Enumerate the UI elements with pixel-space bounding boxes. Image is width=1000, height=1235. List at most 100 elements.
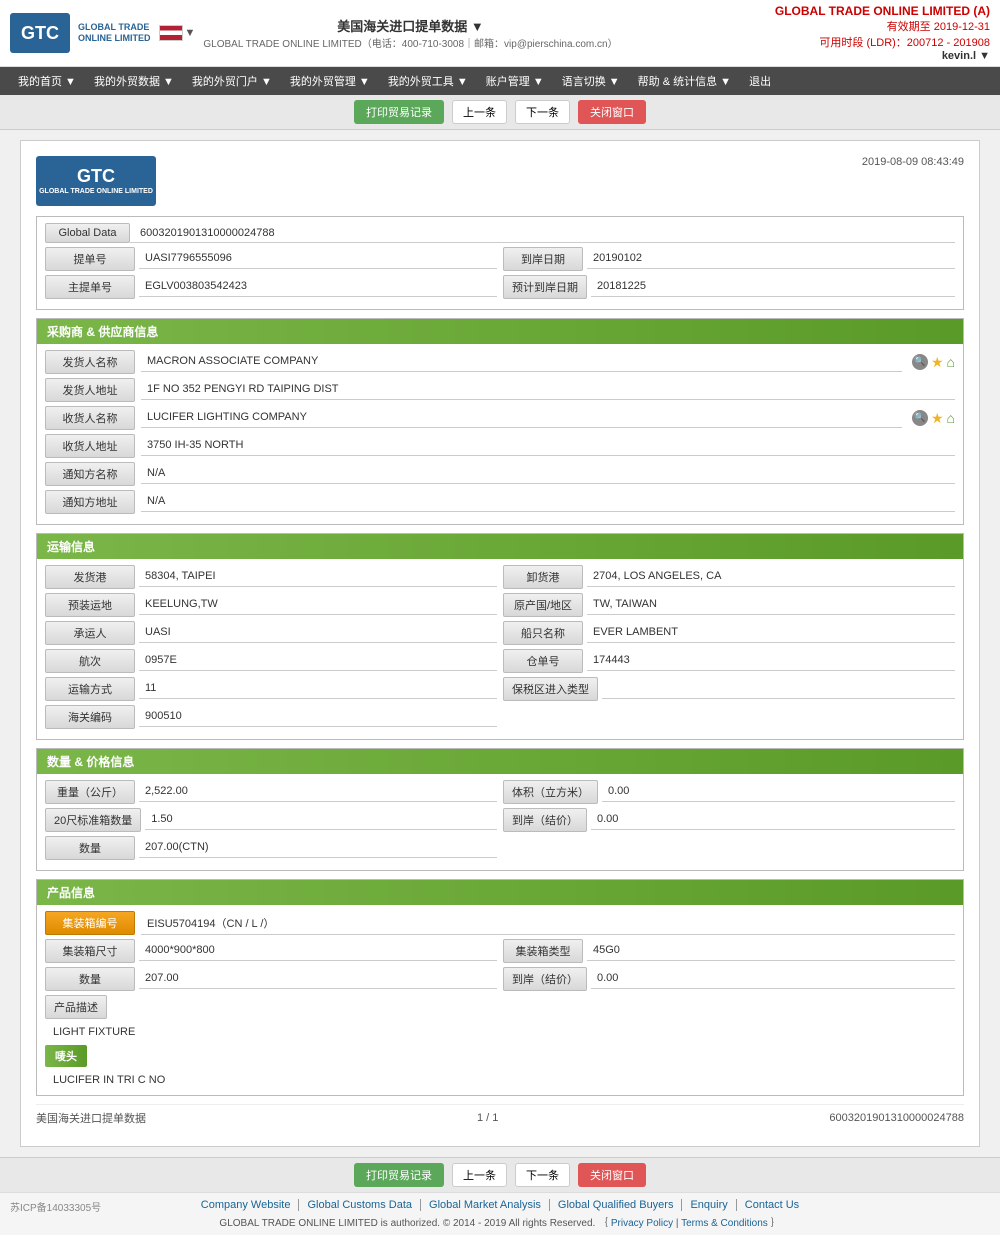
- close-button-top[interactable]: 关闭窗口: [578, 100, 646, 124]
- transport-mode-field: 运输方式 11: [45, 677, 497, 701]
- warehouse-label: 仓单号: [503, 649, 583, 673]
- nav-logout[interactable]: 退出: [741, 67, 779, 95]
- container-size-value: 4000*900*800: [139, 941, 497, 961]
- consignee-star-icon[interactable]: ★: [931, 410, 944, 427]
- container-size-field: 集装箱尺寸 4000*900*800: [45, 939, 497, 963]
- prev-button-bottom[interactable]: 上一条: [452, 1163, 507, 1187]
- flag-arrow[interactable]: ▼: [185, 27, 196, 39]
- footer-link-market[interactable]: Global Market Analysis: [421, 1199, 550, 1211]
- print-button-top[interactable]: 打印贸易记录: [354, 100, 444, 124]
- transport-header: 运输信息: [37, 534, 963, 559]
- shipper-addr-label: 发货人地址: [45, 378, 135, 402]
- company-name: GLOBAL TRADE ONLINE LIMITED（电话：400-710-3…: [203, 39, 617, 50]
- product-desc-section: 产品描述 LIGHT FIXTURE: [45, 995, 955, 1041]
- valid-until: 有效期至 2019-12-31: [775, 18, 990, 34]
- dest-port-label: 卸货港: [503, 565, 583, 589]
- consignee-home-icon[interactable]: ⌂: [947, 410, 955, 427]
- loading-value: KEELUNG,TW: [139, 595, 497, 615]
- customs-row: 海关编码 900510: [45, 705, 955, 729]
- footer-terms[interactable]: Terms & Conditions: [681, 1218, 768, 1229]
- nav-help[interactable]: 帮助 & 统计信息 ▼: [630, 67, 739, 95]
- record-id: 6003201901310000024788: [829, 1112, 964, 1124]
- qty-row: 数量 207.00(CTN): [45, 836, 955, 860]
- unit-price-label: 到岸（结价）: [503, 808, 587, 832]
- bonded-field: 保税区进入类型: [503, 677, 955, 701]
- container-size-row: 集装箱尺寸 4000*900*800 集装箱类型 45G0: [45, 939, 955, 963]
- global-data-label: Global Data: [45, 223, 130, 243]
- nav-bar: 我的首页 ▼ 我的外贸数据 ▼ 我的外贸门户 ▼ 我的外贸管理 ▼ 我的外贸工具…: [0, 67, 1000, 95]
- footer-link-contact[interactable]: Contact Us: [737, 1199, 807, 1211]
- nav-trade-mgmt[interactable]: 我的外贸管理 ▼: [282, 67, 378, 95]
- shipper-search-icon[interactable]: 🔍: [912, 354, 928, 370]
- origin-port-value: 58304, TAIPEI: [139, 567, 497, 587]
- weight-value: 2,522.00: [139, 782, 497, 802]
- weight-field: 重量（公斤） 2,522.00: [45, 780, 497, 804]
- footer-privacy[interactable]: Privacy Policy: [611, 1218, 673, 1229]
- nav-trade-tools[interactable]: 我的外贸工具 ▼: [380, 67, 476, 95]
- product-qty-row: 数量 207.00 到岸（结价） 0.00: [45, 967, 955, 991]
- est-arrival-label: 预计到岸日期: [503, 275, 587, 299]
- bottom-toolbar: 打印贸易记录 上一条 下一条 关闭窗口: [0, 1157, 1000, 1192]
- print-button-bottom[interactable]: 打印贸易记录: [354, 1163, 444, 1187]
- origin-port-label: 发货港: [45, 565, 135, 589]
- volume-label: 体积（立方米）: [503, 780, 598, 804]
- footer-link-buyers[interactable]: Global Qualified Buyers: [550, 1199, 683, 1211]
- nav-trade-portal[interactable]: 我的外贸门户 ▼: [184, 67, 280, 95]
- logo-subtitle: GLOBAL TRADEONLINE LIMITED: [78, 22, 151, 44]
- consignee-name-row: 收货人名称 LUCIFER LIGHTING COMPANY 🔍 ★ ⌂: [45, 406, 955, 430]
- loading-row: 预装运地 KEELUNG,TW 原产国/地区 TW, TAIWAN: [45, 593, 955, 617]
- master-bill-value: EGLV003803542423: [139, 277, 497, 297]
- shipper-star-icon[interactable]: ★: [931, 354, 944, 371]
- product-header: 产品信息: [37, 880, 963, 905]
- volume-value: 0.00: [602, 782, 955, 802]
- footer-link-enquiry[interactable]: Enquiry: [682, 1199, 736, 1211]
- source-label: 美国海关进口提单数据: [36, 1110, 146, 1126]
- us-flag: [159, 25, 183, 41]
- supplier-header: 采购商 & 供应商信息: [37, 319, 963, 344]
- country-value: TW, TAIWAN: [587, 595, 955, 615]
- consignee-name-value: LUCIFER LIGHTING COMPANY: [141, 408, 902, 428]
- top-toolbar: 打印贸易记录 上一条 下一条 关闭窗口: [0, 95, 1000, 130]
- next-button-bottom[interactable]: 下一条: [515, 1163, 570, 1187]
- container-no-value: EISU5704194（CN / L /）: [141, 912, 955, 935]
- master-bill-label: 主提单号: [45, 275, 135, 299]
- close-button-bottom[interactable]: 关闭窗口: [578, 1163, 646, 1187]
- consignee-addr-label: 收货人地址: [45, 434, 135, 458]
- shipper-icons: 🔍 ★ ⌂: [912, 354, 955, 371]
- est-arrival-value: 20181225: [591, 277, 955, 297]
- page-title[interactable]: 美国海关进口提单数据 ▼: [337, 19, 483, 34]
- voyage-value: 0957E: [139, 651, 497, 671]
- nav-trade-data[interactable]: 我的外贸数据 ▼: [86, 67, 182, 95]
- bill-row: 提单号 UASI7796555096 到岸日期 20190102: [45, 247, 955, 271]
- shipper-addr-row: 发货人地址 1F NO 352 PENGYI RD TAIPING DIST: [45, 378, 955, 402]
- page-info: 1 / 1: [477, 1112, 498, 1124]
- shipper-home-icon[interactable]: ⌂: [947, 354, 955, 371]
- transport-mode-row: 运输方式 11 保税区进入类型: [45, 677, 955, 701]
- notify-addr-label: 通知方地址: [45, 490, 135, 514]
- footer-link-company[interactable]: Company Website: [193, 1199, 300, 1211]
- vessel-label: 船只名称: [503, 621, 583, 645]
- nav-account[interactable]: 账户管理 ▼: [478, 67, 552, 95]
- dest-port-value: 2704, LOS ANGELES, CA: [587, 567, 955, 587]
- loading-label: 预装运地: [45, 593, 135, 617]
- transport-mode-label: 运输方式: [45, 677, 135, 701]
- bill-number-label: 提单号: [45, 247, 135, 271]
- prev-button-top[interactable]: 上一条: [452, 100, 507, 124]
- nav-home[interactable]: 我的首页 ▼: [10, 67, 84, 95]
- carrier-field: 承运人 UASI: [45, 621, 497, 645]
- icp-number: 苏ICP备14033305号: [10, 1199, 101, 1214]
- quantity-section: 数量 & 价格信息 重量（公斤） 2,522.00 体积（立方米） 0.00 2…: [36, 748, 964, 871]
- master-bill-row: 主提单号 EGLV003803542423 预计到岸日期 20181225: [45, 275, 955, 299]
- consignee-search-icon[interactable]: 🔍: [912, 410, 928, 426]
- product-desc-label: 产品描述: [45, 995, 107, 1019]
- logo-area: GTC GLOBAL TRADEONLINE LIMITED ▼ 美国海关进口提…: [10, 13, 618, 53]
- voyage-row: 航次 0957E 仓单号 174443: [45, 649, 955, 673]
- arrival-date-field: 到岸日期 20190102: [503, 247, 955, 271]
- page-footer: 苏ICP备14033305号 Company Website Global Cu…: [0, 1192, 1000, 1235]
- next-button-top[interactable]: 下一条: [515, 100, 570, 124]
- nav-language[interactable]: 语言切换 ▼: [554, 67, 628, 95]
- marks-label: 唛头: [45, 1045, 87, 1067]
- user-info[interactable]: kevin.l ▼: [775, 50, 990, 62]
- country-label: 原产国/地区: [503, 593, 583, 617]
- footer-link-customs[interactable]: Global Customs Data: [299, 1199, 421, 1211]
